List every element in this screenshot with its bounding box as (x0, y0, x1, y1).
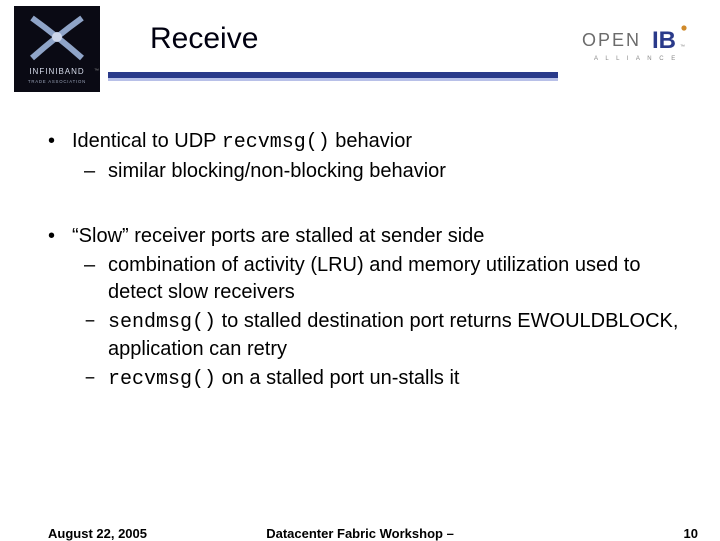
open-ib-logo: OPEN IB ™ A L L I A N C E (580, 22, 692, 66)
slide-title: Receive (150, 22, 258, 56)
bullet-text: Identical to UDP recvmsg() behavior (72, 128, 412, 156)
code-fragment: recvmsg() (222, 131, 330, 154)
sub-bullet-text: combination of activity (LRU) and memory… (108, 252, 688, 306)
slide-header: INFINIBAND TRADE ASSOCIATION ™ Receive O… (0, 0, 720, 100)
text-fragment: on a stalled port un-stalls it (216, 367, 459, 389)
footer-title: Datacenter Fabric Workshop – (0, 526, 720, 541)
sub-bullet-item: – combination of activity (LRU) and memo… (84, 252, 688, 306)
bullet-marker: • (48, 223, 72, 250)
infiniband-logo-text: INFINIBAND (29, 67, 84, 76)
code-fragment: recvmsg() (108, 368, 216, 391)
svg-text:™: ™ (680, 44, 685, 50)
title-rule-shadow (108, 78, 558, 81)
sub-bullet-text: sendmsg() to stalled destination port re… (108, 308, 688, 363)
svg-text:™: ™ (94, 68, 99, 74)
bullet-item: • Identical to UDP recvmsg() behavior (48, 128, 688, 156)
infiniband-logo-subtext: TRADE ASSOCIATION (28, 79, 86, 84)
sub-bullet-text: similar blocking/non-blocking behavior (108, 158, 446, 185)
footer-page-number: 10 (684, 526, 698, 541)
bullet-marker: • (48, 128, 72, 156)
infiniband-logo: INFINIBAND TRADE ASSOCIATION ™ (14, 6, 100, 92)
sub-bullet-marker: – (84, 308, 108, 363)
sub-bullet-text: recvmsg() on a stalled port un-stalls it (108, 365, 460, 393)
sub-bullet-marker: – (84, 365, 108, 393)
text-fragment: behavior (330, 130, 412, 152)
open-ib-open-text: OPEN (582, 30, 641, 50)
sub-bullet-item: – recvmsg() on a stalled port un-stalls … (84, 365, 688, 393)
bullet-text: “Slow” receiver ports are stalled at sen… (72, 223, 484, 250)
text-fragment: “Slow” receiver ports are stalled at sen… (72, 225, 484, 247)
open-ib-ib-text: IB (652, 27, 676, 54)
bullet-item: • “Slow” receiver ports are stalled at s… (48, 223, 688, 250)
text-fragment: Identical to UDP (72, 130, 222, 152)
sub-bullet-marker: – (84, 252, 108, 306)
slide-body: • Identical to UDP recvmsg() behavior – … (48, 128, 688, 395)
sub-bullet-item: – sendmsg() to stalled destination port … (84, 308, 688, 363)
sub-bullet-item: – similar blocking/non-blocking behavior (84, 158, 688, 185)
code-fragment: sendmsg() (108, 311, 216, 334)
sub-bullet-marker: – (84, 158, 108, 185)
open-ib-alliance-text: A L L I A N C E (594, 56, 678, 62)
